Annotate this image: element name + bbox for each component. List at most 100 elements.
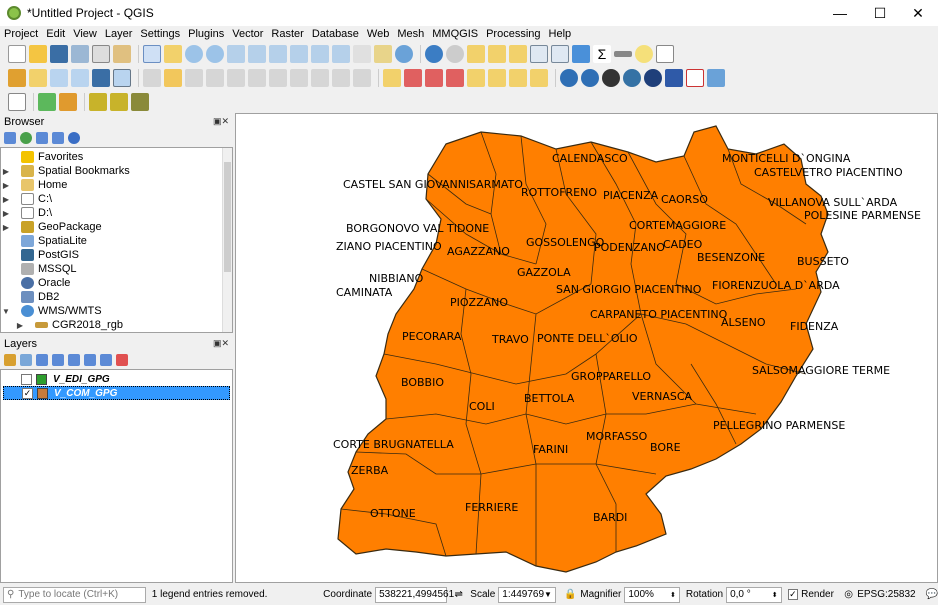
label-tool-icon[interactable]	[383, 69, 401, 87]
new-map-view-icon[interactable]	[353, 45, 371, 63]
crs-globe-icon[interactable]: ◎	[842, 589, 855, 600]
crosshair-icon[interactable]	[686, 69, 704, 87]
new-shapefile-icon[interactable]	[50, 69, 68, 87]
measure-icon[interactable]	[614, 51, 632, 57]
attribute-table-icon[interactable]	[530, 45, 548, 63]
zoom-selection-icon[interactable]	[248, 45, 266, 63]
lock-scale-icon[interactable]: 🔒	[564, 589, 577, 600]
browser-item-d-drive[interactable]: ▶ D:\	[1, 206, 52, 220]
undo-icon[interactable]	[332, 69, 350, 87]
move-label-icon[interactable]	[488, 69, 506, 87]
delete-selected-icon[interactable]	[248, 69, 266, 87]
change-label-icon[interactable]	[530, 69, 548, 87]
collapse-all-icon[interactable]	[52, 132, 64, 144]
filter-browser-icon[interactable]	[36, 132, 48, 144]
select-features-icon[interactable]	[467, 45, 485, 63]
expand-arrow-icon[interactable]: ▶	[15, 321, 25, 330]
plugin-tools-icon[interactable]	[59, 93, 77, 111]
search-layer-icon[interactable]	[38, 93, 56, 111]
expand-arrow-icon[interactable]: ▶	[1, 209, 11, 218]
remove-layer-icon[interactable]	[116, 354, 128, 366]
collapse-all-layers-icon[interactable]	[100, 354, 112, 366]
redo-icon[interactable]	[353, 69, 371, 87]
pan-to-selection-icon[interactable]	[164, 45, 182, 63]
refresh-icon[interactable]	[395, 45, 413, 63]
menu-web[interactable]: Web	[363, 28, 393, 40]
profile-chart-icon[interactable]	[8, 93, 26, 111]
diagram-tool-icon[interactable]	[404, 69, 422, 87]
georeferencer-icon[interactable]	[707, 69, 725, 87]
map-tips-icon[interactable]	[635, 45, 653, 63]
spin-arrows-icon[interactable]: ⬍	[670, 591, 676, 599]
deselect-icon[interactable]	[509, 45, 527, 63]
zoom-out-icon[interactable]	[206, 45, 224, 63]
browser-item-oracle[interactable]: Oracle	[1, 276, 70, 290]
statistics-sum-icon[interactable]: Σ	[593, 45, 611, 63]
save-project-icon[interactable]	[50, 45, 68, 63]
actions-icon[interactable]	[446, 45, 464, 63]
filter-legend-icon[interactable]	[52, 354, 64, 366]
copy-features-icon[interactable]	[290, 69, 308, 87]
panel-float-close-icon[interactable]: ▣✕	[213, 116, 229, 127]
messages-icon[interactable]: 💬	[926, 589, 938, 600]
save-as-icon[interactable]	[71, 45, 89, 63]
osm-icon[interactable]	[602, 69, 620, 87]
browser-item-cgr2018-rgb[interactable]: ▶ CGR2018_rgb	[15, 318, 123, 332]
pan-icon[interactable]	[143, 45, 161, 63]
globe-icon[interactable]	[644, 69, 662, 87]
browser-scrollbar[interactable]	[222, 148, 232, 332]
show-hide-labels-icon[interactable]	[467, 69, 485, 87]
vertex-tool-icon[interactable]	[227, 69, 245, 87]
menu-mesh[interactable]: Mesh	[393, 28, 428, 40]
browser-item-wms-wmts[interactable]: ▼ WMS/WMTS	[1, 304, 102, 318]
expand-arrow-icon[interactable]: ▶	[1, 181, 11, 190]
layer-row-v-com-gpg[interactable]: ✓ V_COM_GPG	[3, 386, 230, 400]
menu-layer[interactable]: Layer	[101, 28, 137, 40]
expand-all-icon[interactable]	[84, 354, 96, 366]
manage-themes-icon[interactable]	[36, 354, 48, 366]
new-geopackage-layer-icon[interactable]	[29, 69, 47, 87]
render-checkbox[interactable]: ✓	[787, 589, 799, 600]
zoom-in-icon[interactable]	[185, 45, 203, 63]
style-panel-icon[interactable]	[4, 354, 16, 366]
browser-item-postgis[interactable]: PostGIS	[1, 248, 79, 262]
minimize-button[interactable]: —	[820, 0, 860, 26]
print-layout-icon[interactable]	[92, 45, 110, 63]
pin-labels-icon[interactable]	[446, 69, 464, 87]
help-icon[interactable]	[665, 69, 683, 87]
expand-arrow-icon[interactable]: ▶	[1, 223, 11, 232]
coordinate-field[interactable]: 538221,4994561	[375, 586, 454, 603]
menu-processing[interactable]: Processing	[482, 28, 544, 40]
browser-item-db2[interactable]: DB2	[1, 290, 59, 304]
expand-arrow-icon[interactable]: ▶	[1, 195, 11, 204]
collapse-arrow-icon[interactable]: ▼	[1, 307, 11, 316]
scrollbar-thumb[interactable]	[224, 162, 231, 272]
add-group-icon[interactable]	[20, 354, 32, 366]
rotation-spinbox[interactable]: 0,0 ° ⬍	[726, 586, 782, 603]
paste-features-icon[interactable]	[311, 69, 329, 87]
layer-visibility-checkbox[interactable]	[21, 373, 32, 385]
map-canvas[interactable]: CALENDASCO MONTICELLI D`ONGINA CASTELVET…	[235, 113, 938, 583]
field-calculator-icon[interactable]	[551, 45, 569, 63]
cut-features-icon[interactable]	[269, 69, 287, 87]
browser-item-spatial-bookmarks[interactable]: ▶ Spatial Bookmarks	[1, 164, 130, 178]
toggle-extents-icon[interactable]: ⇌	[451, 589, 466, 600]
menu-vector[interactable]: Vector	[228, 28, 267, 40]
zoom-last-icon[interactable]	[311, 45, 329, 63]
browser-item-mssql[interactable]: MSSQL	[1, 262, 77, 276]
browser-item-spatialite[interactable]: SpatiaLite	[1, 234, 87, 248]
browser-item-favorites[interactable]: Favorites	[1, 150, 83, 164]
menu-view[interactable]: View	[69, 28, 101, 40]
panel-float-close-icon[interactable]: ▣✕	[213, 338, 229, 349]
zoom-next-icon[interactable]	[332, 45, 350, 63]
filter-by-expression-icon[interactable]	[68, 354, 80, 366]
processing-toolbox-icon[interactable]	[572, 45, 590, 63]
cube-icon[interactable]	[89, 93, 107, 111]
browser-item-c-drive[interactable]: ▶ C:\	[1, 192, 52, 206]
properties-icon[interactable]	[68, 132, 80, 144]
close-button[interactable]: ✕	[898, 0, 938, 26]
text-annotation-icon[interactable]	[656, 45, 674, 63]
save-edits-icon[interactable]	[185, 69, 203, 87]
data-source-manager-icon[interactable]	[8, 69, 26, 87]
zoom-layer-icon[interactable]	[269, 45, 287, 63]
